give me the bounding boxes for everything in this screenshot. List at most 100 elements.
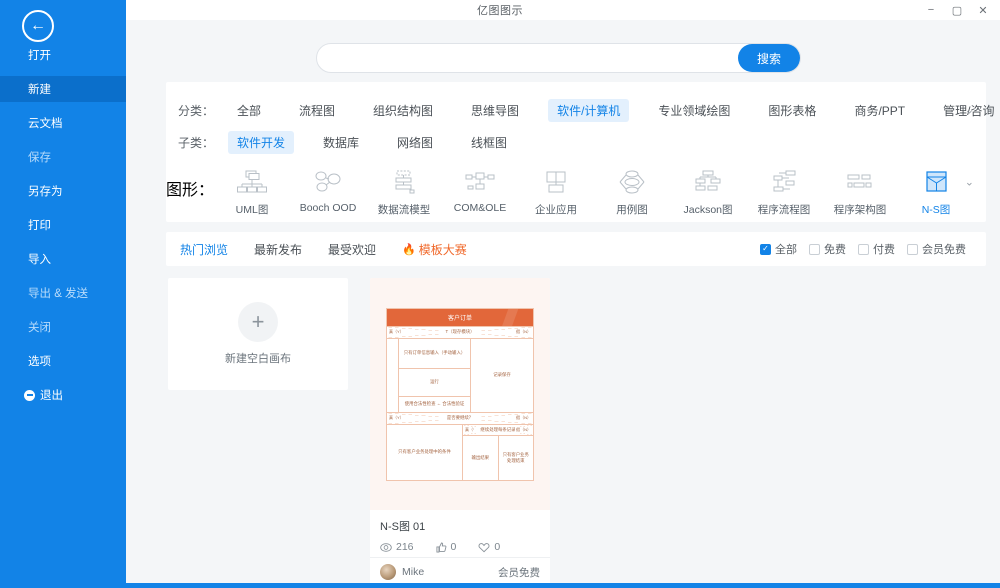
enterprise-app-icon [538,168,574,198]
price-filter-member-free-label: 会员免费 [922,244,966,256]
sidebar-item-exit-label: 退出 [40,390,63,402]
sidebar-menu: 打开 新建 云文档 保存 另存为 打印 导入 导出 & 发送 关闭 选项 退出 [0,42,126,416]
checkbox-icon-all[interactable] [760,243,771,255]
shape-uml[interactable]: UML图 [214,168,290,217]
minimize-button[interactable]: − [918,0,944,20]
shape-booch-ood[interactable]: Booch OOD [290,168,366,217]
template-stats: 216 0 0 [380,541,540,553]
ns-band2-label: 是否要继续？ [440,415,480,421]
template-title: N-S图 01 [380,521,426,533]
uml-diagram-icon [234,168,270,198]
ns-band1-right: 假（N） [515,329,532,335]
template-card[interactable]: 客户订单 真（Y） T（现存模块） 假（N） 只有订单信息输入（手动输入） 运行… [370,278,550,586]
category-chip-flowchart[interactable]: 流程图 [290,99,344,122]
shape-enterprise-app-label: 企业应用 [535,204,578,216]
new-blank-canvas-label: 新建空白画布 [225,353,291,365]
views-stat: 216 [380,541,414,553]
shape-data-flow-model-label: 数据流模型 [377,204,431,216]
sidebar-item-cloud-docs[interactable]: 云文档 [0,110,126,136]
subcategory-chip-database[interactable]: 数据库 [314,131,368,154]
data-flow-model-icon [386,168,422,198]
shape-program-architecture-label: 程序架构图 [833,204,887,216]
ns-preview-band-1: 真（Y） T（现存模块） 假（N） [387,325,533,338]
tab-template-contest[interactable]: 🔥 模板大赛 [402,241,467,258]
template-author[interactable]: Mike [380,564,424,580]
program-architecture-icon [842,168,878,198]
fire-icon: 🔥 [402,243,416,256]
search-button[interactable]: 搜索 [738,44,800,72]
category-chip-mind-map[interactable]: 思维导图 [462,99,528,122]
sidebar-item-close[interactable]: 关闭 [0,314,126,340]
price-filter-paid-label: 付费 [873,244,895,256]
tab-newest[interactable]: 最新发布 [254,241,302,258]
favorites-stat[interactable]: 0 [478,541,500,553]
ns-band2-left: 真（Y） [388,415,405,421]
exit-icon [24,389,35,401]
sidebar-item-import[interactable]: 导入 [0,246,126,272]
shape-enterprise-app[interactable]: 企业应用 [518,168,594,217]
ns-preview-band-2: 真（Y） 是否要继续？ 假（N） [387,411,533,424]
checkbox-icon-free[interactable] [809,243,820,255]
tab-hot-browse[interactable]: 热门浏览 [180,241,228,258]
tab-template-contest-label: 模板大赛 [418,242,467,257]
subcategory-chip-network[interactable]: 网络图 [388,131,442,154]
sidebar-item-print[interactable]: 打印 [0,212,126,238]
price-filter-paid[interactable]: 付费 [858,241,895,257]
new-blank-canvas-card[interactable]: + 新建空白画布 [168,278,348,390]
shape-expand-chevron-down-icon[interactable]: ⌄ [965,176,974,189]
ns-band3-right: 假（N） [515,426,532,433]
shape-com-ole[interactable]: COM&OLE [442,168,518,217]
subcategory-chip-software-dev[interactable]: 软件开发 [228,130,295,154]
category-chip-org-chart[interactable]: 组织结构图 [364,99,442,122]
eye-icon [380,542,392,552]
shape-label: 图形： [166,182,215,199]
category-chip-business-ppt[interactable]: 商务/PPT [845,99,914,122]
title-bar: 亿图图示 − ▢ ✕ [0,0,1000,20]
shape-program-flowchart[interactable]: 程序流程图 [746,168,822,217]
checkbox-icon-member-free[interactable] [907,243,918,255]
maximize-button[interactable]: ▢ [944,0,970,20]
ns-band2-right: 假（N） [515,415,532,421]
shape-use-case[interactable]: 用例图 [594,168,670,217]
category-chip-professional[interactable]: 专业领域绘图 [649,99,739,122]
price-filter-member-free[interactable]: 会员免费 [907,241,966,257]
checkbox-icon-paid[interactable] [858,243,869,255]
price-filter-free[interactable]: 免费 [809,241,846,257]
ns-cell-6: 输出结果 [463,435,499,480]
sidebar-item-open[interactable]: 打开 [0,42,126,68]
sidebar: ← 打开 新建 云文档 保存 另存为 打印 导入 导出 & 发送 关闭 选项 退… [0,0,126,588]
search-input[interactable] [317,44,738,72]
price-filter-all-label: 全部 [775,244,797,256]
tab-most-popular[interactable]: 最受欢迎 [328,241,376,258]
subcategory-chip-wireframe[interactable]: 线框图 [462,131,516,154]
sidebar-item-exit[interactable]: 退出 [0,382,126,408]
sidebar-item-save-as[interactable]: 另存为 [0,178,126,204]
price-filter-all[interactable]: 全部 [760,241,797,257]
bottom-accent-strip [0,583,1000,588]
category-chip-all[interactable]: 全部 [228,99,270,122]
shape-com-ole-label: COM&OLE [453,202,507,214]
sidebar-item-new[interactable]: 新建 [0,76,126,102]
shape-data-flow-model[interactable]: 数据流模型 [366,168,442,217]
close-button[interactable]: ✕ [970,0,996,20]
likes-stat[interactable]: 0 [435,541,457,553]
price-badge: 会员免费 [498,566,540,579]
category-chip-graph-table[interactable]: 图形表格 [759,99,825,122]
sidebar-item-options[interactable]: 选项 [0,348,126,374]
category-chip-software-computer[interactable]: 软件/计算机 [548,98,630,122]
filter-panel: 分类： 全部 流程图 组织结构图 思维导图 软件/计算机 专业领域绘图 图形表格… [166,82,994,222]
category-expand-chevron-down-icon[interactable]: ⌄ [965,104,974,117]
ns-preview-row-2: 只有客户业务处理中的条件 真（Y） 继续处理每条记录 假（N） 输出结果 只有客… [387,423,533,480]
sidebar-item-export-send[interactable]: 导出 & 发送 [0,280,126,306]
shape-program-architecture[interactable]: 程序架构图 [822,168,898,217]
price-filter-group: 全部 免费 付费 会员免费 [760,241,972,257]
heart-icon [478,542,490,552]
likes-count: 0 [450,541,457,553]
back-button[interactable]: ← [22,10,54,42]
shape-jackson[interactable]: Jackson图 [670,168,746,217]
category-chip-list: 全部 流程图 组织结构图 思维导图 软件/计算机 专业领域绘图 图形表格 商务/… [228,98,1000,122]
ns-band1-left: 真（Y） [388,329,405,335]
sidebar-item-save[interactable]: 保存 [0,144,126,170]
price-filter-free-label: 免费 [824,244,846,256]
shape-ns-diagram[interactable]: N-S图 [898,168,974,217]
